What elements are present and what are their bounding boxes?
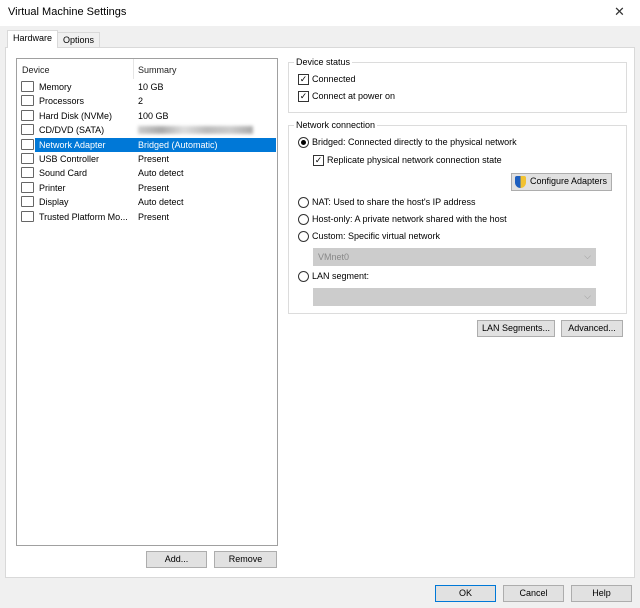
device-row[interactable]: Network Adapter Bridged (Automatic) xyxy=(19,137,277,152)
tpm-icon xyxy=(21,210,34,222)
bridged-radio[interactable] xyxy=(298,137,309,148)
device-name: USB Controller xyxy=(39,154,100,164)
device-row[interactable]: Processors 2 xyxy=(19,94,277,108)
lan-segments-button[interactable]: LAN Segments... xyxy=(477,320,555,337)
chevron-down-icon: ⌵ xyxy=(584,291,591,301)
tab-options[interactable]: Options xyxy=(57,32,101,48)
device-summary: Auto detect xyxy=(138,168,184,179)
advanced-button[interactable]: Advanced... xyxy=(561,320,623,337)
device-name: Network Adapter xyxy=(37,137,108,152)
custom-network-select[interactable]: VMnet0 ⌵ xyxy=(313,248,596,266)
device-name: Printer xyxy=(39,182,66,193)
device-summary: Present xyxy=(138,154,170,164)
replicate-checkbox[interactable]: ✓ xyxy=(313,155,324,166)
device-row[interactable]: USB Controller Present xyxy=(19,152,277,166)
processor-icon xyxy=(21,95,34,107)
custom-network-value: VMnet0 xyxy=(318,252,350,262)
device-list[interactable]: Device Summary Memory 10 GB Processors 2 Har… xyxy=(16,58,278,546)
usb-icon xyxy=(21,153,34,164)
column-header-device[interactable]: Device xyxy=(22,65,50,75)
device-summary: 10 GB xyxy=(138,82,164,92)
ok-button[interactable]: OK xyxy=(435,585,496,602)
display-icon xyxy=(21,196,34,208)
network-connection-title: Network connection xyxy=(294,120,378,130)
device-name: CD/DVD (SATA) xyxy=(39,125,105,136)
custom-label[interactable]: Custom: Specific virtual network xyxy=(312,231,440,241)
connect-power-on-checkbox[interactable]: ✓ xyxy=(298,91,309,102)
blurred-summary xyxy=(138,126,253,135)
network-adapter-icon xyxy=(21,138,34,150)
configure-adapters-label: Configure Adapters xyxy=(529,176,608,186)
device-summary: 2 xyxy=(138,96,144,107)
close-icon[interactable]: ✕ xyxy=(614,4,625,20)
lan-segment-label[interactable]: LAN segment: xyxy=(312,271,369,281)
device-row[interactable]: Memory 10 GB xyxy=(19,80,277,94)
cd-dvd-icon xyxy=(21,124,34,136)
device-row[interactable]: Printer Present xyxy=(19,181,277,195)
device-name: Processors xyxy=(39,96,85,107)
host-only-radio[interactable] xyxy=(298,214,309,225)
device-name: Hard Disk (NVMe) xyxy=(39,110,113,121)
replicate-label[interactable]: Replicate physical network connection st… xyxy=(327,155,502,165)
device-row[interactable]: CD/DVD (SATA) xyxy=(19,123,277,137)
device-status-title: Device status xyxy=(294,57,353,67)
title-bar: Virtual Machine Settings ✕ xyxy=(0,0,640,26)
hard-disk-icon xyxy=(21,109,34,121)
memory-icon xyxy=(21,81,34,92)
device-name: Memory xyxy=(39,82,72,92)
custom-radio[interactable] xyxy=(298,231,309,242)
host-only-label[interactable]: Host-only: A private network shared with… xyxy=(312,214,507,224)
lan-segment-select[interactable]: ⌵ xyxy=(313,288,596,306)
device-summary: 100 GB xyxy=(138,110,169,121)
device-name: Trusted Platform Mo... xyxy=(39,211,128,222)
column-divider xyxy=(133,59,134,79)
device-name: Sound Card xyxy=(39,168,88,179)
configure-adapters-button[interactable]: Configure Adapters xyxy=(511,173,612,191)
nat-radio[interactable] xyxy=(298,197,309,208)
device-summary: Present xyxy=(138,211,170,222)
device-row[interactable]: Display Auto detect xyxy=(19,195,277,209)
device-row[interactable]: Sound Card Auto detect xyxy=(19,166,277,180)
device-summary: Auto detect xyxy=(138,197,184,208)
cancel-button[interactable]: Cancel xyxy=(503,585,564,602)
printer-icon xyxy=(21,181,34,193)
lan-segment-radio[interactable] xyxy=(298,271,309,282)
column-header-summary[interactable]: Summary xyxy=(138,65,177,75)
device-summary: Bridged (Automatic) xyxy=(138,137,218,152)
sound-icon xyxy=(21,167,34,179)
device-status-group xyxy=(288,62,627,113)
device-row[interactable]: Hard Disk (NVMe) 100 GB xyxy=(19,109,277,123)
window-title: Virtual Machine Settings xyxy=(8,6,127,18)
device-summary: Present xyxy=(138,182,170,193)
tab-hardware[interactable]: Hardware xyxy=(7,30,59,48)
remove-button[interactable]: Remove xyxy=(214,551,277,568)
chevron-down-icon: ⌵ xyxy=(584,251,591,261)
bridged-label[interactable]: Bridged: Connected directly to the physi… xyxy=(312,137,517,147)
device-name: Display xyxy=(39,197,69,208)
help-button[interactable]: Help xyxy=(571,585,632,602)
add-button[interactable]: Add... xyxy=(146,551,207,568)
uac-shield-icon xyxy=(515,176,526,188)
connected-label[interactable]: Connected xyxy=(312,74,356,84)
nat-label[interactable]: NAT: Used to share the host's IP address xyxy=(312,197,475,207)
device-row[interactable]: Trusted Platform Mo... Present xyxy=(19,210,277,224)
connect-power-on-label[interactable]: Connect at power on xyxy=(312,91,395,101)
connected-checkbox[interactable]: ✓ xyxy=(298,74,309,85)
